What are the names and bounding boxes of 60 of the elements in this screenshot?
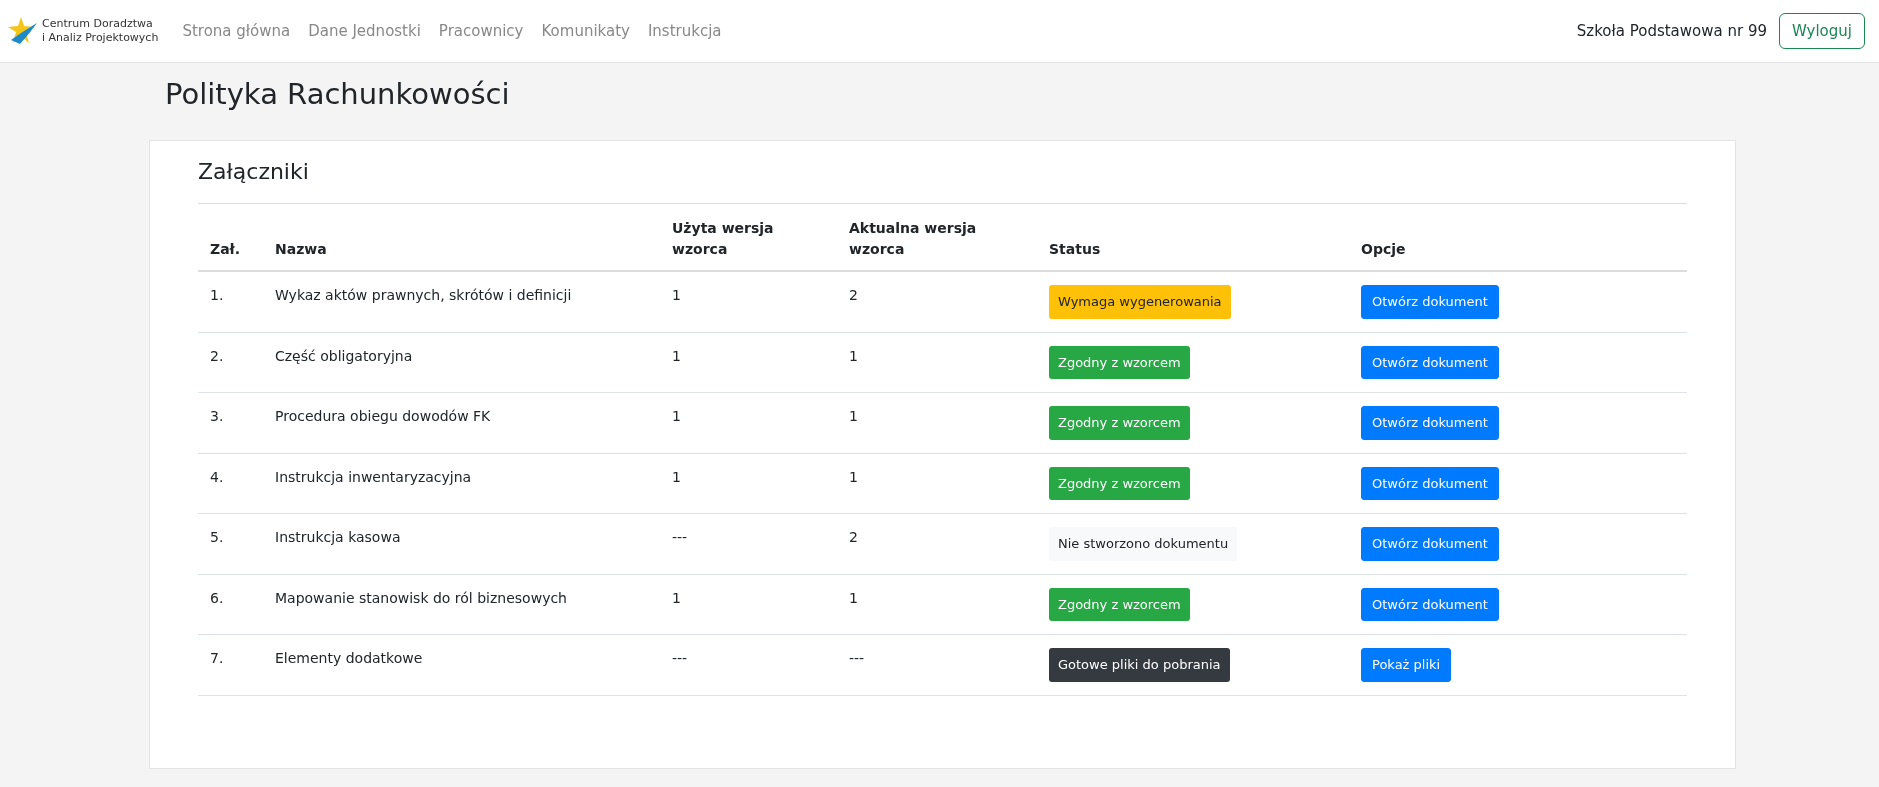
column-header: Status bbox=[1037, 204, 1349, 272]
table-cell: 1 bbox=[837, 392, 1037, 454]
school-name: Szkoła Podstawowa nr 99 bbox=[1576, 20, 1767, 42]
table-cell: 2 bbox=[837, 271, 1037, 333]
open-button[interactable]: Otwórz dokument bbox=[1361, 466, 1499, 501]
table-cell: 7. bbox=[198, 634, 263, 696]
open-button[interactable]: Otwórz dokument bbox=[1361, 527, 1499, 561]
table-cell: 3. bbox=[198, 392, 263, 454]
table-cell: 6. bbox=[198, 574, 263, 635]
column-header: Opcje bbox=[1349, 204, 1687, 272]
table-cell: 4. bbox=[198, 453, 263, 514]
status-badge: Nie stworzono dokumentu bbox=[1049, 527, 1238, 561]
nav-link[interactable]: Komunikaty bbox=[541, 19, 630, 43]
table-cell: Mapowanie stanowisk do ról biznesowych bbox=[263, 574, 660, 635]
status-badge: Zgodny z wzorcem bbox=[1049, 587, 1190, 622]
section-title: Załączniki bbox=[198, 158, 1687, 205]
brand-name: Centrum Doradztwa bbox=[42, 17, 154, 31]
table-cell: Elementy dodatkowe bbox=[263, 634, 660, 696]
status-badge: Zgodny z wzorcem bbox=[1049, 406, 1190, 440]
open-button[interactable]: Otwórz dokument bbox=[1361, 587, 1499, 622]
open-button[interactable]: Otwórz dokument bbox=[1361, 406, 1499, 440]
table-cell: 5. bbox=[198, 513, 263, 575]
status-badge: Zgodny z wzorcem bbox=[1049, 345, 1190, 380]
table-cell: Instrukcja kasowa bbox=[263, 513, 660, 575]
nav-link[interactable]: Instrukcja bbox=[647, 19, 722, 43]
table-cell: 1 bbox=[660, 453, 837, 514]
open-button[interactable]: Otwórz dokument bbox=[1361, 345, 1499, 380]
open-button[interactable]: Otwórz dokument bbox=[1361, 285, 1499, 319]
column-header: Nazwa bbox=[263, 204, 660, 272]
brand-name: i Analiz Projektowych bbox=[42, 31, 159, 45]
table-cell: 2. bbox=[198, 332, 263, 393]
table-cell: --- bbox=[837, 634, 1037, 696]
table-cell: 1 bbox=[660, 392, 837, 454]
status-badge: Zgodny z wzorcem bbox=[1049, 466, 1190, 501]
nav-link[interactable]: Strona główna bbox=[182, 19, 291, 43]
column-header: Aktualna wersja wzorca bbox=[837, 204, 1037, 272]
status-badge: Gotowe pliki do pobrania bbox=[1049, 648, 1230, 682]
table-cell: 1 bbox=[837, 453, 1037, 514]
table-cell: 1 bbox=[837, 574, 1037, 635]
table-cell: Część obligatoryjna bbox=[263, 332, 660, 393]
table-cell: 1 bbox=[660, 332, 837, 393]
nav-link[interactable]: Pracownicy bbox=[438, 19, 524, 43]
logout-button[interactable]: Wyloguj bbox=[1779, 12, 1865, 50]
table-cell: 2 bbox=[837, 513, 1037, 575]
open-button[interactable]: Pokaż pliki bbox=[1361, 648, 1452, 682]
column-header: Zał. bbox=[198, 204, 263, 272]
table-cell: 1 bbox=[660, 271, 837, 333]
table-cell: --- bbox=[660, 513, 837, 575]
table-cell: Wykaz aktów prawnych, skrótów i definicji bbox=[263, 271, 660, 333]
star-logo-icon bbox=[8, 16, 38, 46]
table-cell: 1 bbox=[660, 574, 837, 635]
table-cell: 1 bbox=[837, 332, 1037, 393]
table-cell: Instrukcja inwentaryzacyjna bbox=[263, 453, 660, 514]
nav-link[interactable]: Dane Jednostki bbox=[308, 19, 421, 43]
table-cell: Procedura obiegu dowodów FK bbox=[263, 392, 660, 454]
table-cell: 1. bbox=[198, 271, 263, 333]
table-cell: --- bbox=[660, 634, 837, 696]
status-badge: Wymaga wygenerowania bbox=[1049, 285, 1231, 319]
column-header: Użyta wersja wzorca bbox=[660, 204, 837, 272]
page-title: Polityka Rachunkowości bbox=[165, 77, 511, 112]
